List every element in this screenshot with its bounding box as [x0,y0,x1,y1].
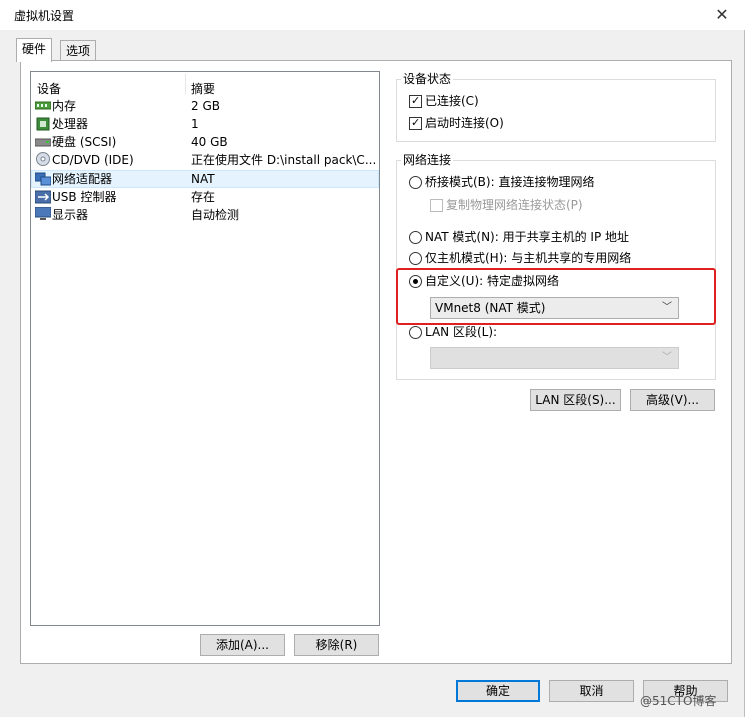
nat-label[interactable]: NAT 模式(N): 用于共享主机的 IP 地址 [425,229,629,245]
remove-device-button[interactable]: 移除(R) [294,634,379,656]
lan-segment-radio[interactable] [409,326,422,339]
connect-at-power-on-checkbox[interactable]: ✓ [409,116,422,130]
device-summary: 40 GB [191,135,228,149]
harddisk-icon [35,138,51,147]
cancel-button[interactable]: 取消 [549,680,634,702]
device-name: 内存 [52,99,77,113]
tab-options[interactable]: 选项 [60,40,97,62]
add-device-button[interactable]: 添加(A)... [200,634,285,656]
device-name: USB 控制器 [52,190,117,204]
cd-icon [36,152,50,166]
advanced-button[interactable]: 高级(V)... [630,389,715,411]
nat-radio[interactable] [409,231,422,244]
host-only-radio[interactable] [409,252,422,265]
device-summary: 存在 [191,190,216,204]
bridged-radio[interactable] [409,176,422,189]
device-summary: NAT [191,172,215,186]
device-status-title: 设备状态 [401,72,454,86]
host-only-label[interactable]: 仅主机模式(H): 与主机共享的专用网络 [425,250,631,266]
column-separator[interactable] [185,74,186,94]
title-bar [0,0,745,30]
network-connection-title: 网络连接 [401,153,454,167]
connected-label[interactable]: 已连接(C) [425,93,479,109]
device-summary: 自动检测 [191,208,240,222]
close-icon[interactable]: ✕ [708,2,736,28]
ok-button[interactable]: 确定 [456,680,540,702]
device-row-display[interactable]: 显示器 自动检测 [34,206,374,224]
window-title: 虚拟机设置 [14,9,75,23]
network-icon [35,172,51,186]
device-status-group [396,79,716,142]
usb-icon [35,190,51,204]
column-header-device[interactable]: 设备 [37,80,61,97]
device-name: 硬盘 (SCSI) [52,135,117,149]
connect-at-power-on-label[interactable]: 启动时连接(O) [425,115,504,131]
lan-segments-button[interactable]: LAN 区段(S)... [530,389,621,411]
monitor-icon [35,207,51,220]
lan-segment-select[interactable]: ﹀ [430,347,679,369]
connected-checkbox[interactable]: ✓ [409,94,422,108]
device-row-cddvd[interactable]: CD/DVD (IDE) 正在使用文件 D:\install pack\C... [34,151,377,169]
column-header-summary[interactable]: 摘要 [191,80,215,97]
lan-segment-label[interactable]: LAN 区段(L): [425,324,497,340]
tab-hardware[interactable]: 硬件 [16,38,53,62]
device-summary: 1 [191,117,199,131]
highlight-annotation-box [396,268,716,325]
device-row-harddisk[interactable]: 硬盘 (SCSI) 40 GB [34,133,374,151]
device-name: CD/DVD (IDE) [52,153,134,167]
bridged-label[interactable]: 桥接模式(B): 直接连接物理网络 [425,174,594,190]
device-name: 网络适配器 [52,172,113,186]
device-row-memory[interactable]: 内存 2 GB [34,97,374,115]
device-summary: 2 GB [191,99,220,113]
device-summary: 正在使用文件 D:\install pack\C... [191,153,377,167]
device-row-network-adapter[interactable]: 网络适配器 NAT [34,170,374,188]
device-row-usb[interactable]: USB 控制器 存在 [34,188,374,206]
cpu-icon [36,117,50,131]
device-row-processor[interactable]: 处理器 1 [34,115,374,133]
watermark: @51CTO博客 [640,694,717,708]
device-name: 处理器 [52,117,89,131]
memory-icon [35,101,51,110]
replicate-state-checkbox[interactable] [430,199,443,212]
chevron-down-icon: ﹀ [662,352,672,363]
device-name: 显示器 [52,208,89,222]
replicate-state-label[interactable]: 复制物理网络连接状态(P) [446,197,583,213]
